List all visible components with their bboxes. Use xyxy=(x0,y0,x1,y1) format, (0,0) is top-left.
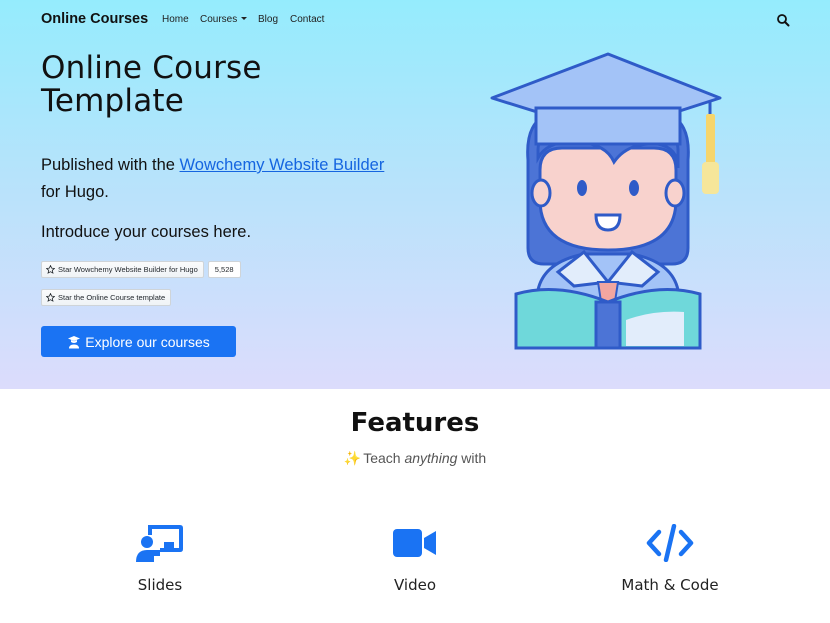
star-wowchemy-button[interactable]: Star Wowchemy Website Builder for Hugo xyxy=(41,261,204,278)
star-wowchemy-label: Star Wowchemy Website Builder for Hugo xyxy=(58,265,198,274)
feature-label-math-code: Math & Code xyxy=(621,576,719,594)
explore-courses-label: Explore our courses xyxy=(85,333,210,350)
hero-title: Online Course Template xyxy=(41,52,381,118)
github-star-wowchemy: Star Wowchemy Website Builder for Hugo 5… xyxy=(41,261,241,278)
code-icon xyxy=(646,524,694,562)
feature-math-code: Math & Code xyxy=(580,522,760,594)
feature-label-slides: Slides xyxy=(137,576,183,594)
explore-courses-button[interactable]: Explore our courses xyxy=(41,326,236,357)
introduce-text: Introduce your courses here. xyxy=(41,223,252,241)
graduate-illustration xyxy=(490,52,722,350)
chevron-down-icon xyxy=(241,17,248,20)
nav-link-courses-label: Courses xyxy=(200,14,238,25)
published-with-text: Published with the Wowchemy Website Buil… xyxy=(41,152,421,206)
navbar: Online Courses Home Courses Blog Contact xyxy=(0,0,830,40)
features-subtitle: ✨ Teach anything with xyxy=(0,450,830,467)
nav-link-courses[interactable]: Courses xyxy=(200,14,248,25)
feature-label-video: Video xyxy=(393,576,437,594)
features-subtitle-suffix: with xyxy=(457,450,487,466)
features-title: Features xyxy=(350,408,480,438)
nav-link-contact[interactable]: Contact xyxy=(290,14,324,25)
feature-video: Video xyxy=(325,522,505,594)
published-suffix: for Hugo. xyxy=(41,183,109,201)
search-icon[interactable] xyxy=(776,13,790,27)
star-count[interactable]: 5,528 xyxy=(207,261,241,278)
star-icon xyxy=(46,265,55,274)
nav-link-blog[interactable]: Blog xyxy=(258,14,278,25)
sparkles-icon: ✨ xyxy=(343,450,362,466)
hero-title-line2: Template xyxy=(41,83,185,119)
graduate-icon xyxy=(68,335,81,348)
site-brand[interactable]: Online Courses xyxy=(41,11,148,27)
star-template-button[interactable]: Star the Online Course template xyxy=(41,289,172,306)
features-subtitle-em: anything xyxy=(404,450,458,466)
wowchemy-link[interactable]: Wowchemy Website Builder xyxy=(180,156,385,174)
hero-title-line1: Online Course xyxy=(41,50,262,86)
features-subtitle-prefix: Teach xyxy=(363,450,405,466)
github-star-template: Star the Online Course template xyxy=(41,289,172,306)
star-icon xyxy=(46,293,55,302)
chalkboard-teacher-icon xyxy=(136,525,183,562)
feature-slides: Slides xyxy=(70,522,250,594)
hero-section: Online Courses Home Courses Blog Contact… xyxy=(0,0,830,389)
nav-link-home[interactable]: Home xyxy=(162,14,189,25)
star-template-label: Star the Online Course template xyxy=(58,293,166,302)
video-camera-icon xyxy=(393,529,436,557)
published-prefix: Published with the xyxy=(41,156,180,174)
